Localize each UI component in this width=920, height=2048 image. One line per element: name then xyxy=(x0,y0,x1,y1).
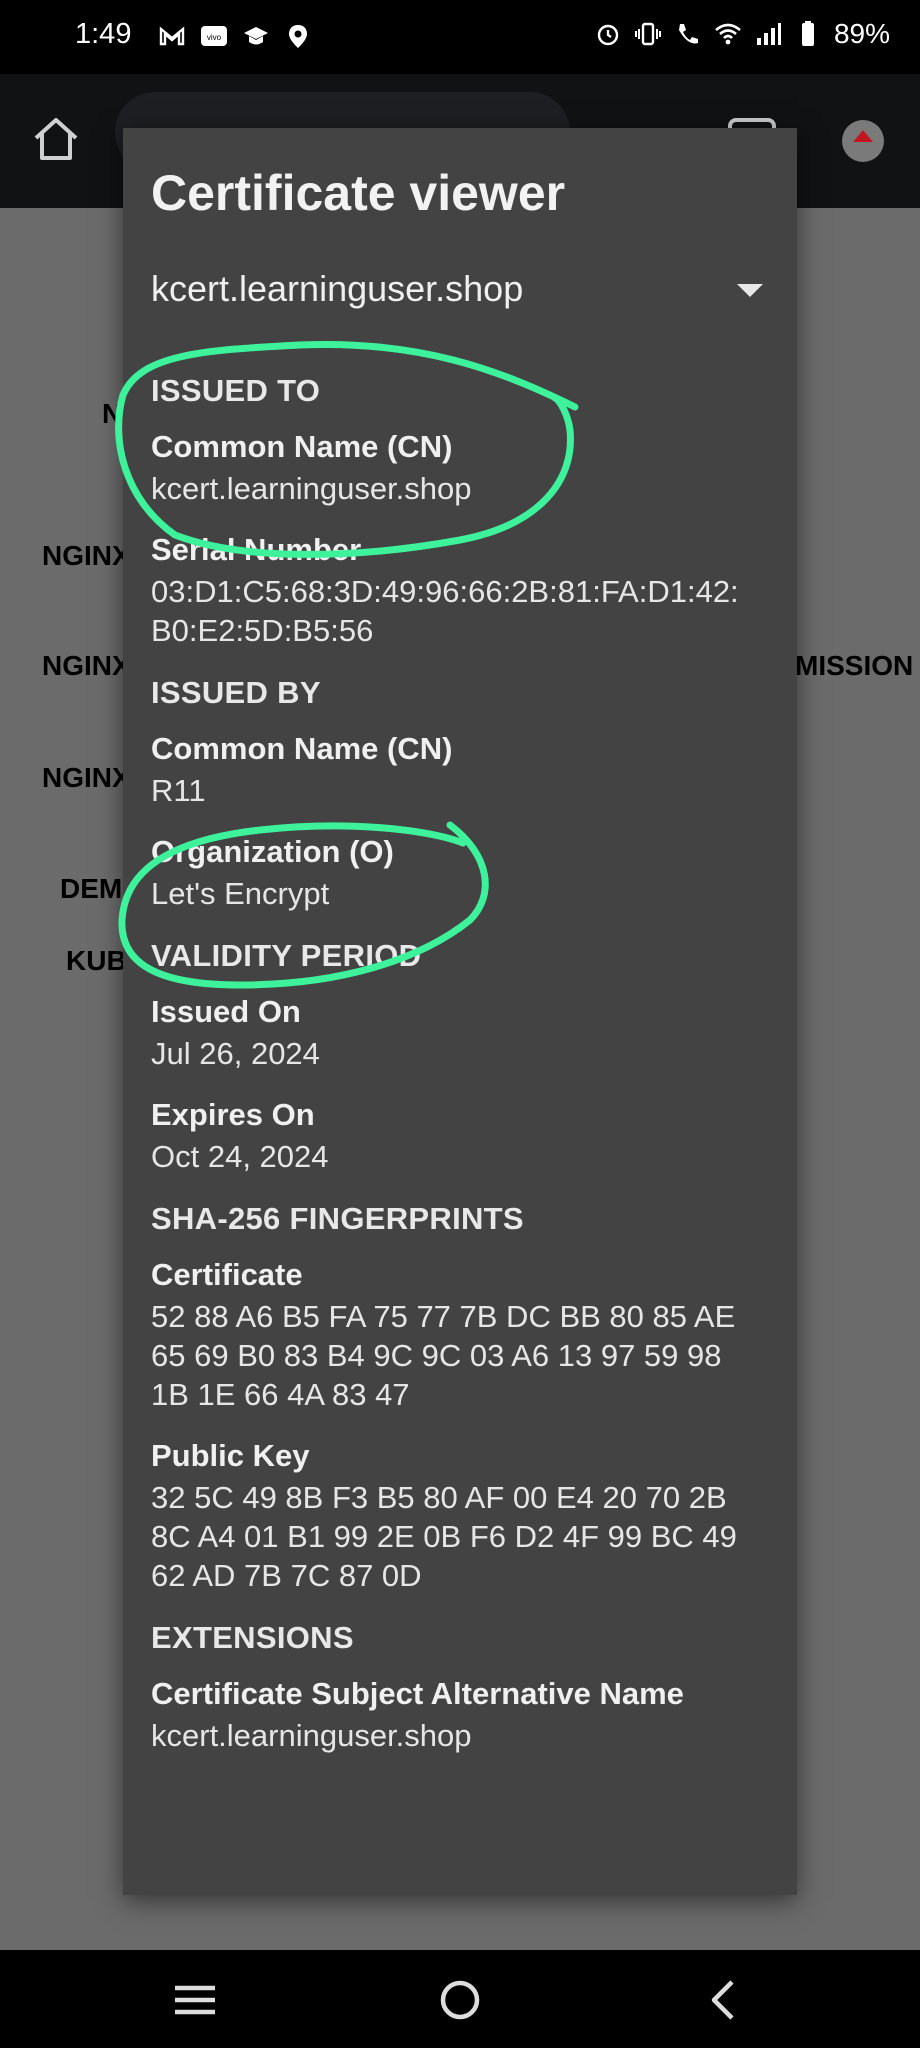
dialog-title: Certificate viewer xyxy=(151,165,566,221)
background-text: NGINX xyxy=(42,540,131,571)
certificate-viewer-dialog: Certificate viewer kcert.learninguser.sh… xyxy=(123,128,797,1895)
section-heading: ISSUED TO xyxy=(151,373,321,408)
field-label: Serial Number xyxy=(151,532,362,567)
section-fingerprints: SHA-256 FINGERPRINTS Certificate 52 88 A… xyxy=(151,1196,771,1595)
home-circle-icon[interactable] xyxy=(428,1968,492,2032)
section-issued-by: ISSUED BY Common Name (CN) R11 Organizat… xyxy=(151,670,771,913)
field-issued-on: Issued On Jul 26, 2024 xyxy=(151,990,771,1073)
field-label: Certificate Subject Alternative Name xyxy=(151,1676,684,1711)
field-value: 52 88 A6 B5 FA 75 77 7B DC BB 80 85 AE 6… xyxy=(151,1299,736,1412)
home-icon[interactable] xyxy=(30,112,82,164)
menu-icon[interactable] xyxy=(163,1968,227,2032)
field-value: Let's Encrypt xyxy=(151,876,330,911)
field-value: Oct 24, 2024 xyxy=(151,1139,329,1174)
background-text: DEM xyxy=(60,873,123,904)
gmail-icon xyxy=(159,26,185,46)
status-time: 1:49 xyxy=(75,18,132,50)
field-label: Public Key xyxy=(151,1438,310,1473)
field-label: Expires On xyxy=(151,1097,315,1132)
field-value: kcert.learninguser.shop xyxy=(151,471,472,506)
field-issued-to-cn: Common Name (CN) kcert.learninguser.shop xyxy=(151,425,771,508)
battery-percent: 89% xyxy=(833,18,890,49)
navigation-bar xyxy=(0,1950,920,2048)
wifi-icon xyxy=(715,23,741,45)
section-heading: SHA-256 FINGERPRINTS xyxy=(151,1201,524,1236)
field-issued-by-cn: Common Name (CN) R11 xyxy=(151,727,771,810)
update-badge-icon[interactable] xyxy=(842,120,884,162)
background-text: MISSION xyxy=(795,650,914,681)
background-text: N xyxy=(102,398,123,429)
section-validity-period: VALIDITY PERIOD Issued On Jul 26, 2024 E… xyxy=(151,933,771,1176)
certificate-selector[interactable]: kcert.learninguser.shop xyxy=(151,268,769,328)
section-heading: VALIDITY PERIOD xyxy=(151,938,422,973)
graduation-cap-icon xyxy=(244,27,268,45)
field-value: 32 5C 49 8B F3 B5 80 AF 00 E4 20 70 2B 8… xyxy=(151,1480,737,1593)
field-serial-number: Serial Number 03:D1:C5:68:3D:49:96:66:2B… xyxy=(151,528,771,650)
section-extensions: EXTENSIONS Certificate Subject Alternati… xyxy=(151,1615,771,1755)
field-label: Common Name (CN) xyxy=(151,731,453,766)
notification-icons: vivo xyxy=(158,22,312,50)
background-text: NGINX xyxy=(42,762,131,793)
wifi-calling-icon xyxy=(678,24,698,44)
background-text: NGINX xyxy=(42,650,131,681)
field-label: Organization (O) xyxy=(151,834,394,869)
field-expires-on: Expires On Oct 24, 2024 xyxy=(151,1093,771,1176)
field-subject-alt-name: Certificate Subject Alternative Name kce… xyxy=(151,1672,771,1755)
system-icons: 89% xyxy=(594,18,890,50)
field-certificate-fingerprint: Certificate 52 88 A6 B5 FA 75 77 7B DC B… xyxy=(151,1253,771,1414)
alarm-icon xyxy=(597,24,619,46)
field-public-key-fingerprint: Public Key 32 5C 49 8B F3 B5 80 AF 00 E4… xyxy=(151,1434,771,1595)
vivo-icon: vivo xyxy=(201,26,227,46)
field-organization: Organization (O) Let's Encrypt xyxy=(151,830,771,913)
back-icon[interactable] xyxy=(692,1968,756,2032)
battery-icon xyxy=(801,21,814,46)
field-value: kcert.learninguser.shop xyxy=(151,1718,472,1753)
selected-certificate: kcert.learninguser.shop xyxy=(151,268,524,309)
svg-text:vivo: vivo xyxy=(207,33,222,42)
status-bar: 1:49 vivo 89% xyxy=(0,0,920,74)
field-value: R11 xyxy=(151,773,206,808)
background-text: KUB xyxy=(66,945,127,976)
dropdown-arrow-icon[interactable] xyxy=(737,284,763,297)
section-heading: ISSUED BY xyxy=(151,675,321,710)
field-label: Certificate xyxy=(151,1257,303,1292)
section-heading: EXTENSIONS xyxy=(151,1620,354,1655)
field-label: Issued On xyxy=(151,994,301,1029)
location-icon xyxy=(289,25,307,48)
field-value: 03:D1:C5:68:3D:49:96:66:2B:81:FA:D1:42: … xyxy=(151,574,739,648)
vibrate-icon xyxy=(634,22,661,46)
field-label: Common Name (CN) xyxy=(151,429,453,464)
section-issued-to: ISSUED TO Common Name (CN) kcert.learnin… xyxy=(151,368,771,650)
field-value: Jul 26, 2024 xyxy=(151,1036,320,1071)
certificate-details: ISSUED TO Common Name (CN) kcert.learnin… xyxy=(151,368,771,1775)
signal-icon xyxy=(756,23,781,45)
